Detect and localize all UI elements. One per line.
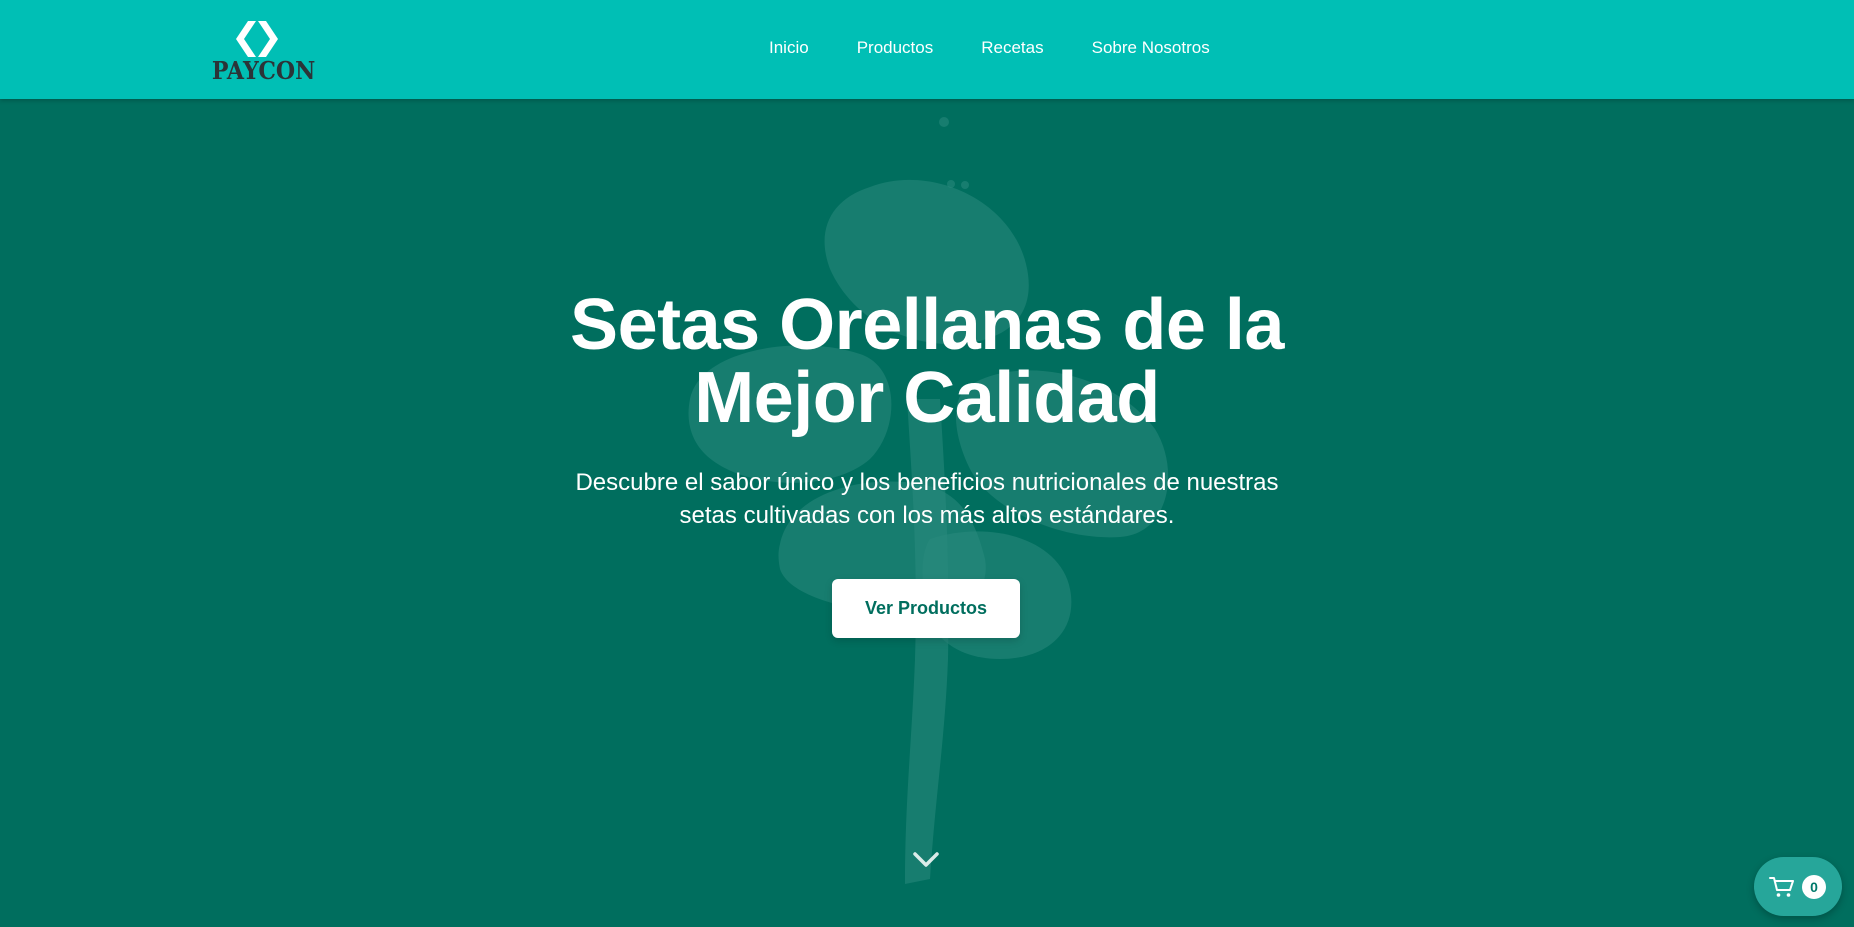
logo[interactable]: PAYCON [208,19,316,85]
cart-button[interactable]: 0 [1754,857,1842,916]
hero-title-line1: Setas Orellanas de la [570,285,1284,365]
hero-title-line2: Mejor Calidad [694,358,1160,438]
hero-subtitle-line2: setas cultivadas con los más altos están… [679,502,1175,529]
hero-subtitle-line1: Descubre el sabor único y los beneficios… [575,469,1279,496]
logo-mark-icon [236,21,278,57]
main-nav: Inicio Productos Recetas Sobre Nosotros [769,38,1258,58]
hero-title: Setas Orellanas de la Mejor Calidad [477,289,1377,435]
nav-item-sobre-nosotros[interactable]: Sobre Nosotros [1092,38,1210,58]
cart-icon [1769,877,1794,897]
nav-item-productos[interactable]: Productos [857,38,934,58]
hero-section: Setas Orellanas de la Mejor Calidad Desc… [0,99,1854,927]
navbar: PAYCON Inicio Productos Recetas Sobre No… [0,0,1854,99]
nav-item-inicio[interactable]: Inicio [769,38,809,58]
chevron-down-icon[interactable] [911,849,941,871]
cart-count-badge: 0 [1802,875,1826,899]
brand-name: PAYCON [211,56,316,85]
nav-item-recetas[interactable]: Recetas [981,38,1043,58]
ver-productos-button[interactable]: Ver Productos [832,579,1020,638]
hero-subtitle: Descubre el sabor único y los beneficios… [527,466,1327,532]
